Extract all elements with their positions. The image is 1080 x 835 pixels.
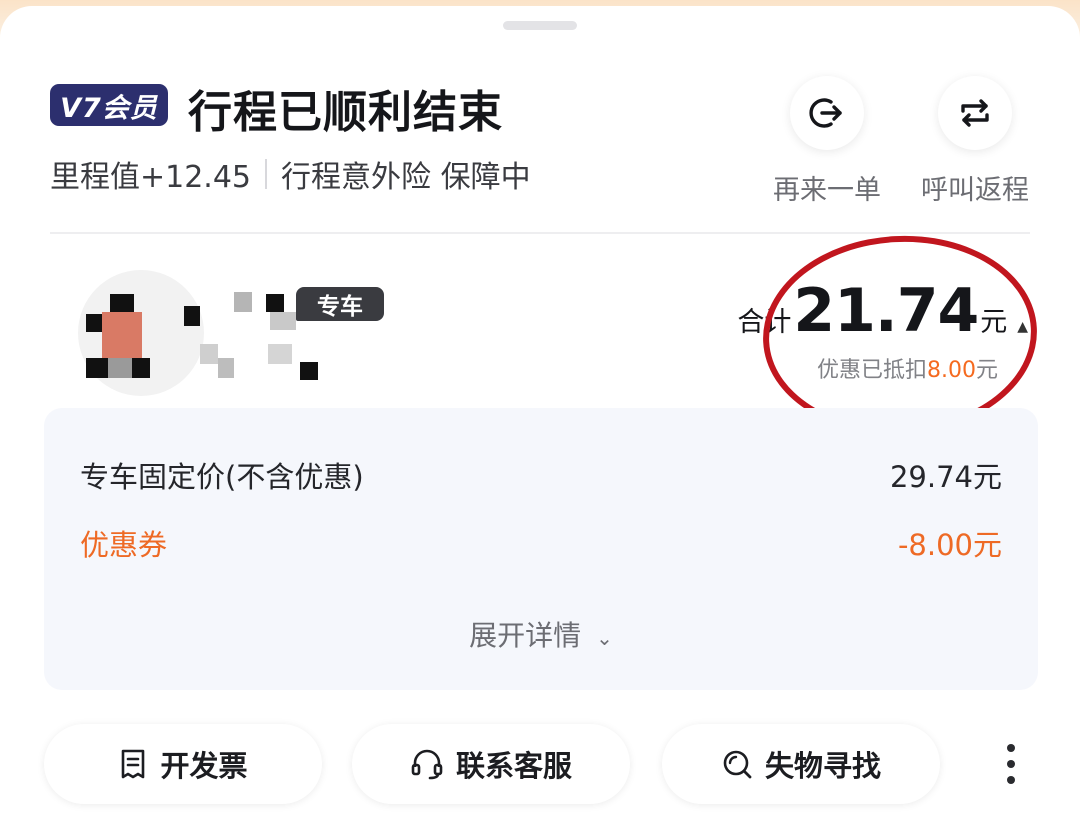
lost-found-icon: [723, 750, 752, 779]
invoice-label: 开发票: [160, 749, 248, 783]
mosaic-block: [108, 358, 132, 378]
mosaic-block: [300, 362, 318, 380]
lost-found-button[interactable]: 失物寻找: [662, 724, 940, 804]
insurance-text: 行程意外险 保障中: [281, 160, 531, 195]
customer-service-label: 联系客服: [455, 749, 572, 783]
fare-row-label: 优惠券: [80, 528, 168, 562]
mosaic-block: [234, 292, 252, 312]
member-badge: V7会员: [50, 84, 168, 126]
mosaic-block: [266, 294, 284, 312]
car-type-tag: 专车: [296, 287, 384, 321]
page-title: 行程已顺利结束: [188, 87, 503, 138]
return-trip-label: 呼叫返程: [921, 175, 1029, 206]
mosaic-block: [102, 312, 142, 358]
subline-divider: [265, 159, 268, 189]
section-divider: [50, 232, 1030, 234]
lost-found-label: 失物寻找: [764, 749, 881, 783]
mosaic-block: [200, 344, 218, 364]
dot: [1007, 776, 1015, 784]
invoice-button[interactable]: 开发票: [44, 724, 322, 804]
more-options-icon[interactable]: [1000, 744, 1022, 784]
expand-label: 展开详情: [469, 619, 582, 652]
reorder-label: 再来一单: [773, 175, 881, 206]
fare-row-fixed-price: 专车固定价(不含优惠) 29.74元: [80, 454, 1002, 496]
invoice-icon: [122, 749, 145, 779]
customer-service-button[interactable]: 联系客服: [352, 724, 630, 804]
fare-row-label: 专车固定价(不含优惠): [80, 460, 364, 494]
mileage-text: 里程值+12.45: [50, 160, 252, 195]
dot: [1007, 760, 1015, 768]
mosaic-block: [270, 312, 296, 330]
return-trip-button[interactable]: 呼叫返程: [905, 76, 1045, 207]
fare-row-value: 29.74元: [889, 460, 1002, 494]
reorder-arrow-icon: [790, 76, 864, 150]
expand-details-link[interactable]: 展开详情 ⌄: [44, 614, 1038, 654]
dot: [1007, 744, 1015, 752]
headset-icon: [411, 749, 443, 780]
trip-subline: 里程值+12.45 行程意外险 保障中: [50, 152, 531, 196]
mosaic-block: [184, 306, 200, 326]
mosaic-block: [268, 344, 292, 364]
mosaic-block: [86, 358, 108, 378]
mosaic-block: [132, 358, 150, 378]
return-trip-icon: [938, 76, 1012, 150]
sheet-grabber[interactable]: [503, 21, 577, 30]
mosaic-block: [110, 294, 134, 314]
mosaic-block: [218, 358, 234, 378]
reorder-button[interactable]: 再来一单: [757, 76, 897, 207]
driver-info[interactable]: [50, 262, 380, 396]
fare-row-value: -8.00元: [897, 528, 1002, 562]
fare-detail-panel: 专车固定价(不含优惠) 29.74元 优惠券 -8.00元 展开详情 ⌄: [44, 408, 1038, 690]
fare-row-coupon: 优惠券 -8.00元: [80, 522, 1002, 564]
chevron-down-icon: ⌄: [596, 626, 613, 650]
